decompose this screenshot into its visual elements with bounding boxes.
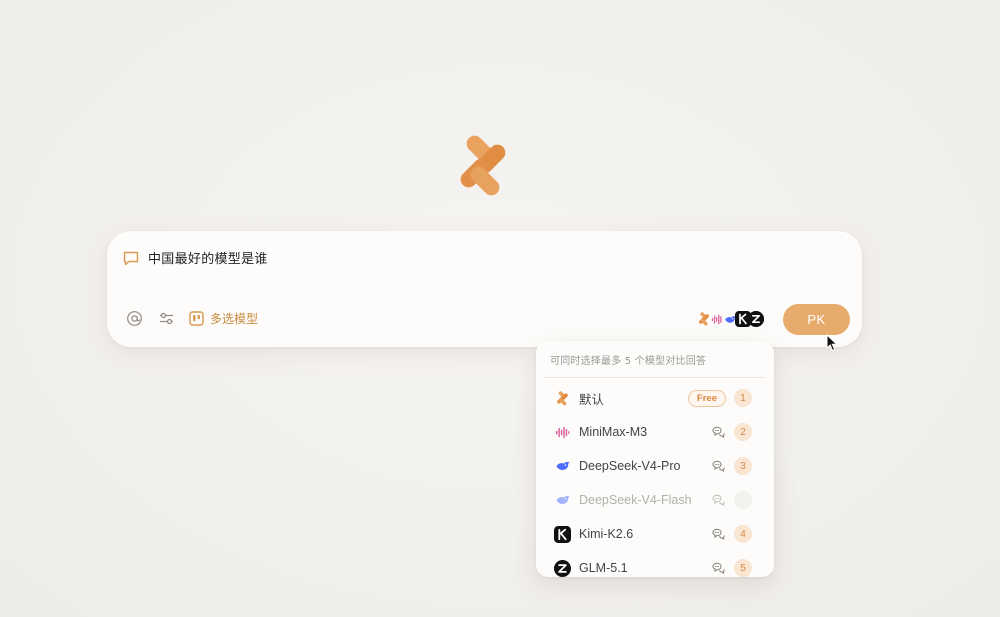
sliders-icon <box>159 312 173 324</box>
chat-bubble-icon <box>123 251 139 265</box>
model-item-kimi-k2-6[interactable]: Kimi-K2.6 4 <box>536 517 774 551</box>
at-icon <box>126 310 142 326</box>
rank-badge: 5 <box>734 559 752 577</box>
selected-models-stack[interactable] <box>696 311 764 327</box>
glm-icon <box>748 311 764 327</box>
rank-badge: 3 <box>734 457 752 475</box>
kimi-icon <box>554 526 571 543</box>
prompt-row[interactable]: 中国最好的模型是谁 <box>122 248 268 267</box>
mouse-cursor-icon <box>826 334 838 352</box>
multi-select-label: 多选模型 <box>210 311 259 326</box>
model-name: 默认 <box>579 392 605 407</box>
model-name: MiniMax-M3 <box>579 425 648 439</box>
deep-think-icon <box>711 527 725 541</box>
model-name: GLM-5.1 <box>579 561 628 575</box>
divider <box>544 377 766 378</box>
rank-badge <box>734 491 752 509</box>
rank-badge: 4 <box>734 525 752 543</box>
model-item-default[interactable]: 默认 Free 1 <box>536 381 774 415</box>
model-name: Kimi-K2.6 <box>579 527 634 541</box>
mention-button[interactable] <box>125 309 143 327</box>
settings-button[interactable] <box>157 309 175 327</box>
model-list: 默认 Free 1 MiniMax-M3 2 DeepSeek-V4-Pro 3… <box>536 381 774 577</box>
deepseek-icon <box>554 492 571 509</box>
rank-badge: 2 <box>734 423 752 441</box>
input-toolbar: 多选模型 <box>125 309 258 327</box>
model-select-dropdown[interactable]: 可同时选择最多 5 个模型对比回答 默认 Free 1 MiniMax-M3 2 <box>536 341 774 577</box>
glm-icon <box>554 560 571 577</box>
deep-think-icon <box>711 425 725 439</box>
model-name: DeepSeek-V4-Pro <box>579 459 681 473</box>
chat-input-card[interactable]: 中国最好的模型是谁 多选模型 PK <box>107 231 862 347</box>
model-name: DeepSeek-V4-Flash <box>579 493 692 507</box>
kanban-icon <box>189 310 204 326</box>
pk-button[interactable]: PK <box>783 304 850 335</box>
deep-think-icon <box>711 561 725 575</box>
prompt-input[interactable]: 中国最好的模型是谁 <box>148 248 268 267</box>
free-badge: Free <box>687 389 726 407</box>
multi-select-models-button[interactable]: 多选模型 <box>189 310 258 327</box>
brand-logo-icon <box>447 130 519 202</box>
model-item-glm-5-1[interactable]: GLM-5.1 5 <box>536 551 774 577</box>
model-item-deepseek-v4-flash[interactable]: DeepSeek-V4-Flash <box>536 483 774 517</box>
rank-badge: 1 <box>734 389 752 407</box>
model-item-deepseek-v4-pro[interactable]: DeepSeek-V4-Pro 3 <box>536 449 774 483</box>
brand-logo-icon <box>554 390 571 407</box>
minimax-icon <box>554 424 571 441</box>
dropdown-hint: 可同时选择最多 5 个模型对比回答 <box>550 356 707 367</box>
deep-think-icon <box>711 459 725 473</box>
model-item-minimax-m3[interactable]: MiniMax-M3 2 <box>536 415 774 449</box>
deepseek-icon <box>554 458 571 475</box>
deep-think-icon <box>711 493 725 507</box>
